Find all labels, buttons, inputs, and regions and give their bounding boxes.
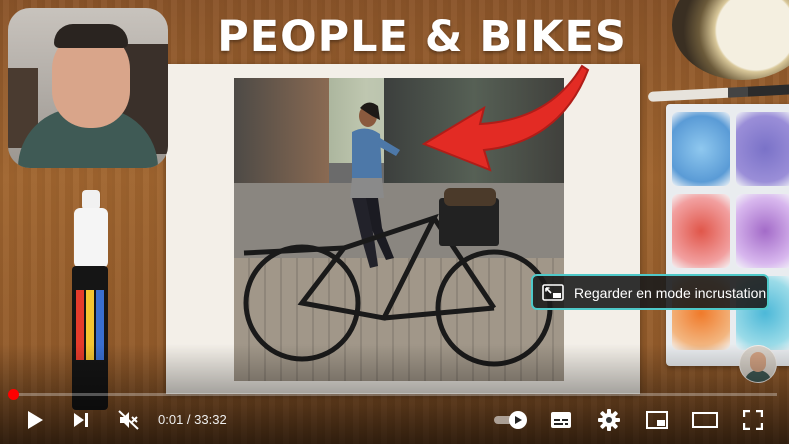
- autoplay-toggle[interactable]: [490, 404, 530, 436]
- gear-icon: [598, 409, 620, 431]
- next-button[interactable]: [66, 404, 96, 436]
- progress-scrubber[interactable]: [8, 389, 19, 400]
- paint-jar: [672, 0, 789, 80]
- red-arrow-annotation: [421, 64, 590, 172]
- picture-in-picture-icon: [542, 284, 564, 301]
- fullscreen-icon: [743, 410, 763, 430]
- pip-tooltip-label: Regarder en mode incrustation: [574, 285, 767, 301]
- miniplayer-button[interactable]: [642, 404, 672, 436]
- time-separator: /: [183, 412, 195, 427]
- progress-bar[interactable]: [8, 389, 777, 400]
- watercolor-palette: [666, 104, 789, 366]
- current-time: 0:01: [158, 412, 184, 427]
- miniplayer-icon: [646, 411, 668, 429]
- volume-muted-icon: [118, 410, 139, 430]
- pip-tooltip[interactable]: Regarder en mode incrustation: [531, 274, 769, 310]
- play-button[interactable]: [20, 404, 50, 436]
- autoplay-toggle-icon: [494, 411, 527, 429]
- theater-mode-button[interactable]: [690, 404, 720, 436]
- mute-button[interactable]: [114, 404, 144, 436]
- webcam-overlay: [8, 8, 168, 168]
- paint-brush: [647, 84, 789, 102]
- play-icon: [28, 411, 43, 429]
- theater-mode-icon: [692, 412, 718, 428]
- subtitles-icon: [551, 412, 571, 428]
- next-icon: [74, 413, 88, 427]
- fullscreen-button[interactable]: [738, 404, 768, 436]
- settings-button[interactable]: [594, 404, 624, 436]
- time-display: 0:01 / 33:32: [158, 412, 227, 428]
- video-overlay-title: PEOPLE & BIKES: [217, 12, 627, 62]
- duration: 33:32: [194, 412, 227, 427]
- subtitles-button[interactable]: [546, 404, 576, 436]
